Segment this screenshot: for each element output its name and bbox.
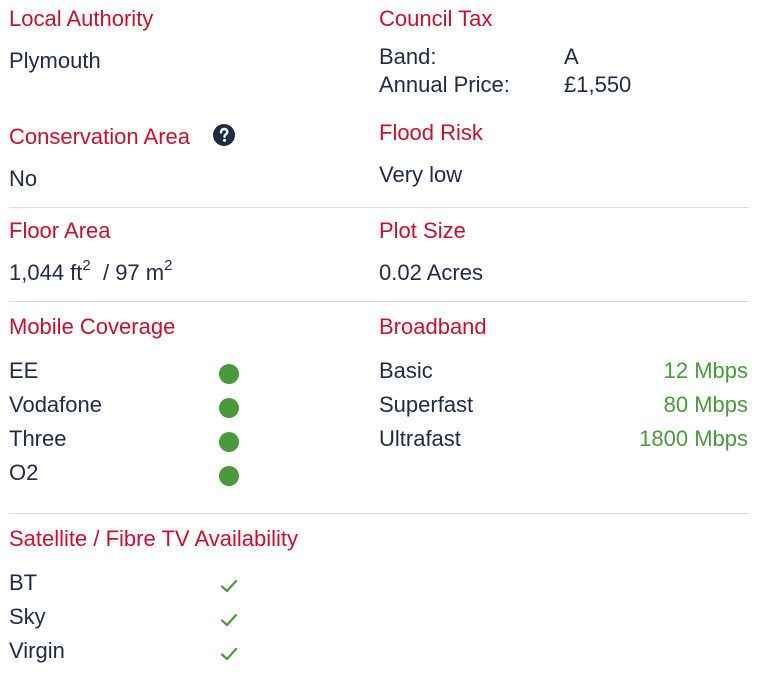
question-circle-icon[interactable] [213, 124, 235, 146]
broadband-tier-basic: Basic [379, 358, 433, 383]
local-authority-value: Plymouth [9, 48, 101, 73]
coverage-status-dot [219, 432, 239, 452]
plot-size-value: 0.02 Acres [379, 260, 483, 285]
broadband-tier-ultrafast: Ultrafast [379, 426, 461, 451]
divider [9, 513, 749, 514]
checkmark-icon [220, 613, 238, 627]
council-tax-band-value: A [564, 44, 579, 69]
checkmark-icon [220, 647, 238, 661]
mobile-provider-o2: O2 [9, 460, 39, 485]
broadband-tier-superfast: Superfast [379, 392, 474, 417]
broadband-speed-ultrafast: 1800 Mbps [639, 426, 748, 451]
conservation-area-heading: Conservation Area [9, 124, 190, 149]
conservation-area-value: No [9, 166, 38, 191]
tv-availability-heading: Satellite / Fibre TV Availability [9, 526, 298, 551]
floor-area-value: 1,044 ft2 / 97 m2 [9, 256, 173, 285]
mobile-coverage-heading: Mobile Coverage [9, 314, 176, 339]
tv-provider-bt: BT [9, 570, 38, 595]
tv-provider-virgin: Virgin [9, 638, 65, 663]
divider [9, 207, 749, 208]
broadband-speed-basic: 12 Mbps [663, 358, 748, 383]
coverage-status-dot [219, 398, 239, 418]
tv-provider-sky: Sky [9, 604, 46, 629]
broadband-speed-superfast: 80 Mbps [663, 392, 748, 417]
floor-area-heading: Floor Area [9, 218, 111, 243]
checkmark-icon [220, 579, 238, 593]
coverage-status-dot [219, 466, 239, 486]
council-tax-price-label: Annual Price: [379, 72, 510, 97]
mobile-provider-vodafone: Vodafone [9, 392, 102, 417]
mobile-provider-three: Three [9, 426, 67, 451]
council-tax-price-value: £1,550 [564, 72, 632, 97]
council-tax-heading: Council Tax [379, 6, 493, 31]
flood-risk-heading: Flood Risk [379, 120, 483, 145]
flood-risk-value: Very low [379, 162, 463, 187]
divider [9, 301, 749, 302]
coverage-status-dot [219, 364, 239, 384]
local-authority-heading: Local Authority [9, 6, 154, 31]
mobile-provider-ee: EE [9, 358, 39, 383]
broadband-heading: Broadband [379, 314, 487, 339]
plot-size-heading: Plot Size [379, 218, 466, 243]
property-info-panel: Local Authority Plymouth Council Tax Ban… [0, 0, 764, 677]
council-tax-band-label: Band: [379, 44, 437, 69]
